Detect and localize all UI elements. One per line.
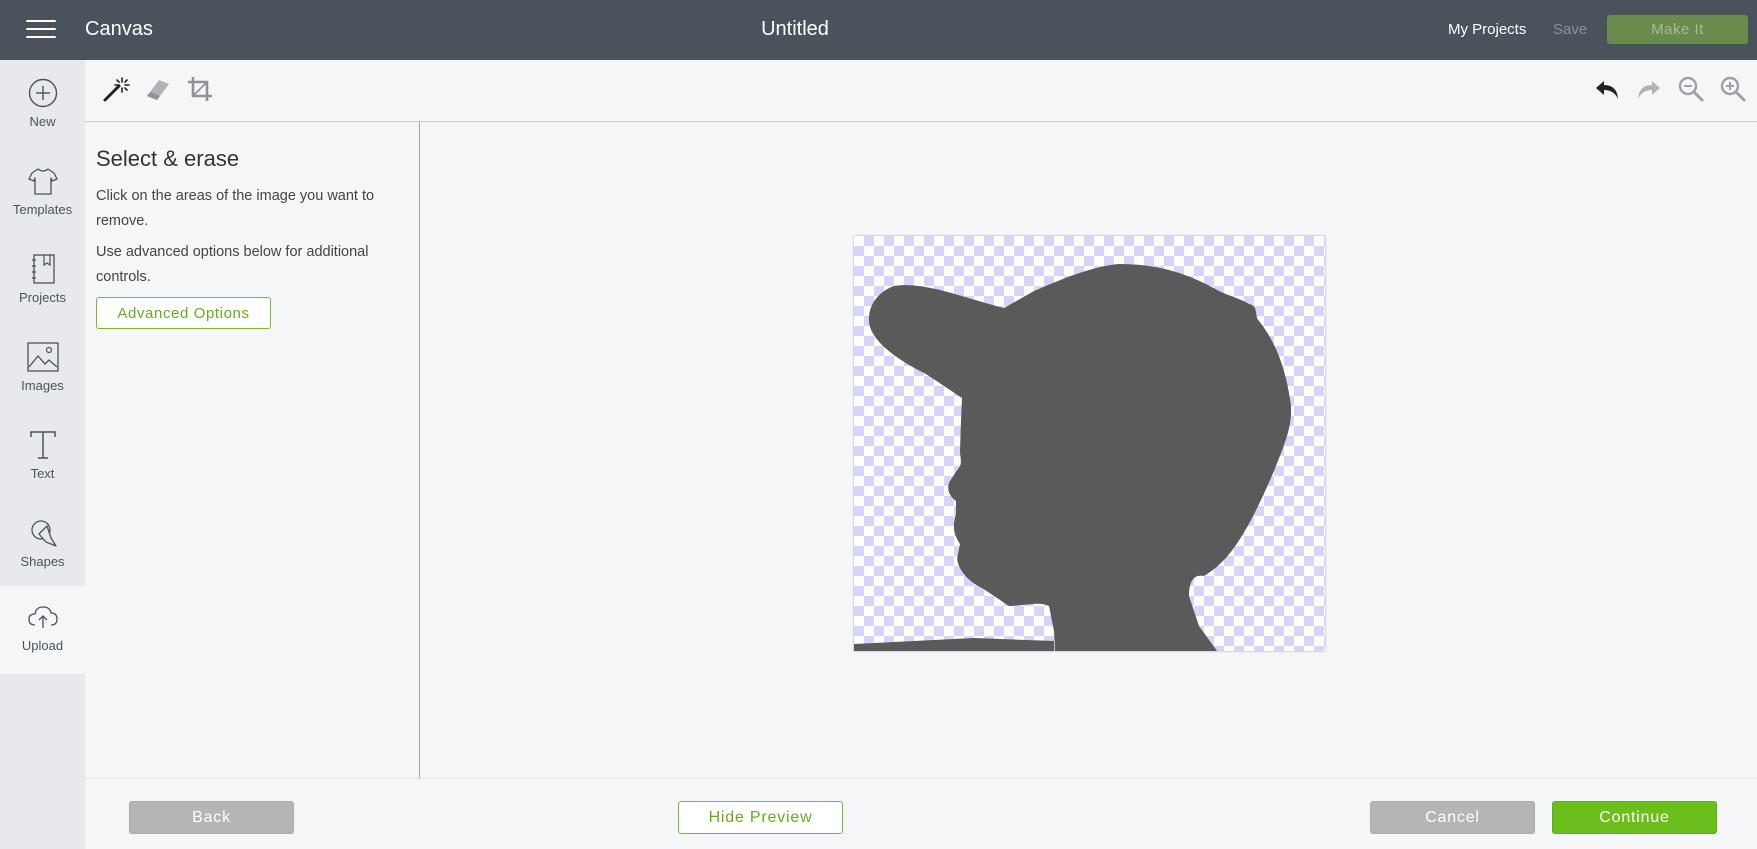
cancel-button[interactable]: Cancel bbox=[1370, 801, 1535, 834]
eraser-icon bbox=[147, 80, 169, 100]
hamburger-menu-icon[interactable] bbox=[26, 20, 56, 40]
nav-item-new[interactable]: New bbox=[0, 62, 85, 150]
image-icon bbox=[26, 342, 59, 372]
zoom-in-button[interactable] bbox=[1719, 75, 1749, 105]
save-link[interactable]: Save bbox=[1553, 21, 1587, 38]
canvas-area[interactable] bbox=[420, 122, 1757, 778]
eraser-tool[interactable] bbox=[144, 75, 174, 105]
left-navigation: New Templates Projects Images Text Shape… bbox=[0, 60, 85, 849]
back-button[interactable]: Back bbox=[129, 801, 294, 834]
document-title[interactable]: Untitled bbox=[761, 18, 829, 40]
zoom-out-button[interactable] bbox=[1677, 75, 1707, 105]
document-title-wrap: Untitled bbox=[0, 18, 1590, 41]
shapes-icon bbox=[30, 520, 57, 547]
undo-button[interactable] bbox=[1593, 75, 1623, 105]
nav-label-upload: Upload bbox=[21, 638, 64, 653]
nav-item-templates[interactable]: Templates bbox=[0, 150, 85, 238]
nav-item-images[interactable]: Images bbox=[0, 326, 85, 414]
zoom-out-icon bbox=[1678, 76, 1704, 102]
my-projects-link[interactable]: My Projects bbox=[1448, 21, 1526, 38]
magic-wand-tool[interactable] bbox=[102, 75, 132, 105]
zoom-in-icon bbox=[1720, 76, 1746, 102]
nav-label-text: Text bbox=[30, 466, 55, 481]
text-t-icon bbox=[29, 431, 56, 459]
hide-preview-button[interactable]: Hide Preview bbox=[678, 801, 843, 834]
top-header: Canvas Untitled My Projects Save Make It bbox=[0, 0, 1757, 60]
nav-label-images: Images bbox=[21, 378, 64, 393]
magic-wand-icon bbox=[103, 77, 130, 102]
tshirt-icon bbox=[27, 168, 58, 195]
make-it-button[interactable]: Make It bbox=[1607, 15, 1748, 44]
crop-tool[interactable] bbox=[186, 75, 216, 105]
nav-label-shapes: Shapes bbox=[20, 554, 65, 569]
edit-toolbar bbox=[85, 60, 1757, 122]
redo-button[interactable] bbox=[1635, 75, 1665, 105]
panel-instruction-1: Click on the areas of the image you want… bbox=[96, 188, 375, 229]
continue-button[interactable]: Continue bbox=[1552, 801, 1717, 834]
nav-item-shapes[interactable]: Shapes bbox=[0, 502, 85, 590]
bottom-action-bar: Back Hide Preview Cancel Continue bbox=[85, 778, 1757, 849]
nav-item-text[interactable]: Text bbox=[0, 414, 85, 502]
notebook-icon bbox=[31, 254, 55, 284]
cloud-upload-icon bbox=[27, 606, 58, 628]
undo-icon bbox=[1596, 81, 1618, 99]
nav-label-new: New bbox=[29, 114, 56, 129]
panel-instruction-2: Use advanced options below for additiona… bbox=[96, 244, 369, 285]
nav-label-templates: Templates bbox=[12, 202, 73, 217]
app-title: Canvas bbox=[85, 18, 153, 40]
nav-item-projects[interactable]: Projects bbox=[0, 238, 85, 326]
silhouette-image[interactable] bbox=[854, 236, 1325, 651]
plus-circle-icon bbox=[28, 78, 57, 108]
uploaded-image-preview[interactable] bbox=[854, 236, 1325, 651]
nav-label-projects: Projects bbox=[19, 290, 66, 305]
redo-icon bbox=[1638, 81, 1660, 99]
crop-icon bbox=[188, 77, 212, 101]
advanced-options-button[interactable]: Advanced Options bbox=[96, 297, 271, 329]
panel-title: Select & erase bbox=[96, 146, 240, 171]
select-erase-panel: Select & erase Click on the areas of the… bbox=[85, 122, 420, 778]
nav-item-upload[interactable]: Upload bbox=[0, 586, 85, 674]
